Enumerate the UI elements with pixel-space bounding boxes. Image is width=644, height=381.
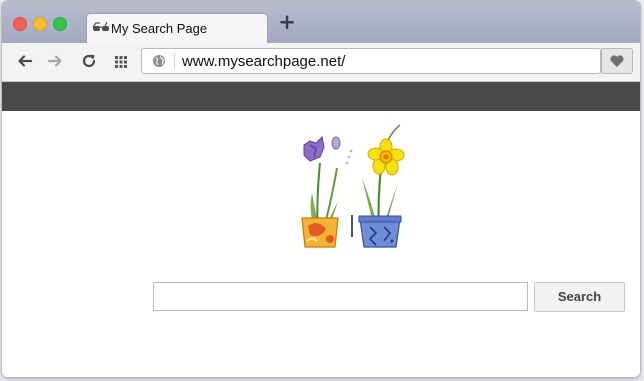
reload-button[interactable] xyxy=(80,52,98,70)
apps-button[interactable] xyxy=(112,52,130,70)
browser-window: My Search Page + www.mysearchpage.net/ S… xyxy=(2,1,640,377)
heart-icon xyxy=(610,55,624,67)
page-content: Search xyxy=(2,111,640,377)
tab-active[interactable]: My Search Page xyxy=(86,13,268,44)
sunglasses-icon xyxy=(91,19,111,37)
extension-toolbar-strip xyxy=(2,82,640,111)
forward-button[interactable] xyxy=(46,52,64,70)
grid-icon xyxy=(115,56,127,68)
reload-icon xyxy=(82,54,96,68)
search-button[interactable]: Search xyxy=(534,282,625,312)
tab-bar: My Search Page + xyxy=(2,1,640,44)
tab-title: My Search Page xyxy=(111,21,208,36)
globe-icon xyxy=(152,54,166,68)
back-button[interactable] xyxy=(16,52,34,70)
address-bar[interactable]: www.mysearchpage.net/ xyxy=(141,48,601,74)
arrow-left-icon xyxy=(18,55,33,67)
new-tab-button[interactable]: + xyxy=(278,12,296,33)
minimize-window-button[interactable] xyxy=(33,17,47,31)
address-bar-divider xyxy=(174,53,175,69)
close-window-button[interactable] xyxy=(13,17,27,31)
toolbar: www.mysearchpage.net/ xyxy=(2,43,640,82)
search-input[interactable] xyxy=(153,282,528,311)
flower-pots-logo xyxy=(280,123,420,253)
maximize-window-button[interactable] xyxy=(53,17,67,31)
arrow-right-icon xyxy=(47,55,62,67)
url-text[interactable]: www.mysearchpage.net/ xyxy=(182,53,345,70)
bookmark-button[interactable] xyxy=(601,48,633,74)
